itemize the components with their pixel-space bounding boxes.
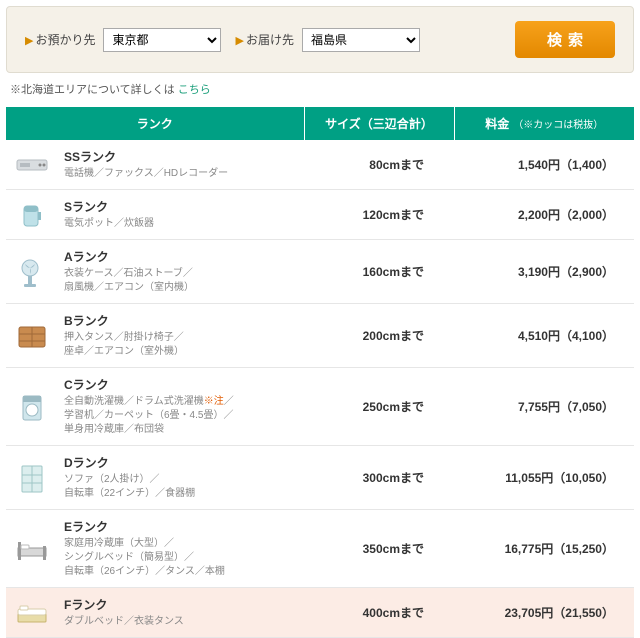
rank-desc: 家庭用冷蔵庫（大型）／シングルベッド（簡易型）／自転車（26インチ）／タンス／本… (64, 537, 294, 579)
rank-name: Bランク (64, 312, 294, 329)
rank-desc: 電気ポット／炊飯器 (64, 217, 294, 231)
rank-desc: 全自動洗濯機／ドラム式洗濯機※注／学習机／カーペット（6畳・4.5畳）／単身用冷… (64, 395, 294, 437)
rank-icon-cell (6, 510, 54, 588)
table-row: Fランクダブルベッド／衣装タンス400cmまで23,705円（21,550） (6, 588, 634, 638)
arrow-icon: ▶ (235, 35, 243, 47)
table-row: Bランク押入タンス／肘掛け椅子／座卓／エアコン（室外機）200cmまで4,510… (6, 304, 634, 368)
rank-info: Sランク電気ポット／炊飯器 (54, 190, 304, 240)
from-label: ▶お預かり先 (25, 31, 95, 48)
area-note-link[interactable]: こちら (178, 84, 211, 96)
rank-name: Sランク (64, 198, 294, 215)
rank-icon-cell (6, 304, 54, 368)
washer-icon (14, 390, 50, 424)
shelf-icon (14, 461, 50, 495)
price-cell: 1,540円（1,400） (454, 140, 634, 190)
rank-name: Eランク (64, 518, 294, 535)
table-row: Sランク電気ポット／炊飯器120cmまで2,200円（2,000） (6, 190, 634, 240)
price-cell: 23,705円（21,550） (454, 588, 634, 638)
price-cell: 2,200円（2,000） (454, 190, 634, 240)
rank-desc: ソファ（2人掛け）／自転車（22インチ）／食器棚 (64, 473, 294, 501)
table-row: Eランク家庭用冷蔵庫（大型）／シングルベッド（簡易型）／自転車（26インチ）／タ… (6, 510, 634, 588)
bed1-icon (14, 532, 50, 566)
rank-name: Fランク (64, 596, 294, 613)
rank-icon-cell (6, 368, 54, 446)
rank-info: Cランク全自動洗濯機／ドラム式洗濯機※注／学習机／カーペット（6畳・4.5畳）／… (54, 368, 304, 446)
from-select[interactable]: 東京都 (103, 28, 221, 52)
dresser-icon (14, 319, 50, 353)
rank-info: Bランク押入タンス／肘掛け椅子／座卓／エアコン（室外機） (54, 304, 304, 368)
area-note: ※北海道エリアについて詳しくは こちら (10, 81, 630, 97)
rank-name: Aランク (64, 248, 294, 265)
price-cell: 4,510円（4,100） (454, 304, 634, 368)
search-button[interactable]: 検索 (515, 21, 615, 58)
size-cell: 350cmまで (304, 510, 454, 588)
th-size: サイズ（三辺合計） (304, 107, 454, 140)
size-cell: 160cmまで (304, 240, 454, 304)
price-cell: 16,775円（15,250） (454, 510, 634, 588)
fan-icon (14, 255, 50, 289)
arrow-icon: ▶ (25, 35, 33, 47)
price-table: ランク サイズ（三辺合計） 料金（※カッコは税抜） SSランク電話機／ファックス… (6, 107, 634, 638)
rank-icon-cell (6, 140, 54, 190)
rank-icon-cell (6, 588, 54, 638)
rank-info: Dランクソファ（2人掛け）／自転車（22インチ）／食器棚 (54, 446, 304, 510)
rank-desc: 押入タンス／肘掛け椅子／座卓／エアコン（室外機） (64, 331, 294, 359)
rank-name: Cランク (64, 376, 294, 393)
price-cell: 3,190円（2,900） (454, 240, 634, 304)
size-cell: 200cmまで (304, 304, 454, 368)
size-cell: 120cmまで (304, 190, 454, 240)
table-row: Cランク全自動洗濯機／ドラム式洗濯機※注／学習机／カーペット（6畳・4.5畳）／… (6, 368, 634, 446)
from-field: ▶お預かり先 東京都 (25, 28, 221, 52)
price-cell: 7,755円（7,050） (454, 368, 634, 446)
rank-desc: 衣装ケース／石油ストーブ／扇風機／エアコン（室内機） (64, 267, 294, 295)
to-field: ▶お届け先 福島県 (235, 28, 419, 52)
rank-desc: ダブルベッド／衣装タンス (64, 615, 294, 629)
rank-icon-cell (6, 446, 54, 510)
table-row: SSランク電話機／ファックス／HDレコーダー80cmまで1,540円（1,400… (6, 140, 634, 190)
rank-name: SSランク (64, 148, 294, 165)
pot-icon (14, 198, 50, 232)
table-row: Dランクソファ（2人掛け）／自転車（22インチ）／食器棚300cmまで11,05… (6, 446, 634, 510)
price-cell: 11,055円（10,050） (454, 446, 634, 510)
bed2-icon (14, 596, 50, 630)
rank-name: Dランク (64, 454, 294, 471)
th-rank: ランク (6, 107, 304, 140)
rank-icon-cell (6, 190, 54, 240)
to-label: ▶お届け先 (235, 31, 293, 48)
search-bar: ▶お預かり先 東京都 ▶お届け先 福島県 検索 (6, 6, 634, 73)
to-select[interactable]: 福島県 (302, 28, 420, 52)
rank-desc: 電話機／ファックス／HDレコーダー (64, 167, 294, 181)
rank-info: Eランク家庭用冷蔵庫（大型）／シングルベッド（簡易型）／自転車（26インチ）／タ… (54, 510, 304, 588)
rank-info: Fランクダブルベッド／衣装タンス (54, 588, 304, 638)
th-price: 料金（※カッコは税抜） (454, 107, 634, 140)
vcr-icon (14, 148, 50, 182)
size-cell: 80cmまで (304, 140, 454, 190)
size-cell: 250cmまで (304, 368, 454, 446)
size-cell: 400cmまで (304, 588, 454, 638)
table-row: Aランク衣装ケース／石油ストーブ／扇風機／エアコン（室内機）160cmまで3,1… (6, 240, 634, 304)
rank-icon-cell (6, 240, 54, 304)
size-cell: 300cmまで (304, 446, 454, 510)
rank-info: Aランク衣装ケース／石油ストーブ／扇風機／エアコン（室内機） (54, 240, 304, 304)
rank-info: SSランク電話機／ファックス／HDレコーダー (54, 140, 304, 190)
